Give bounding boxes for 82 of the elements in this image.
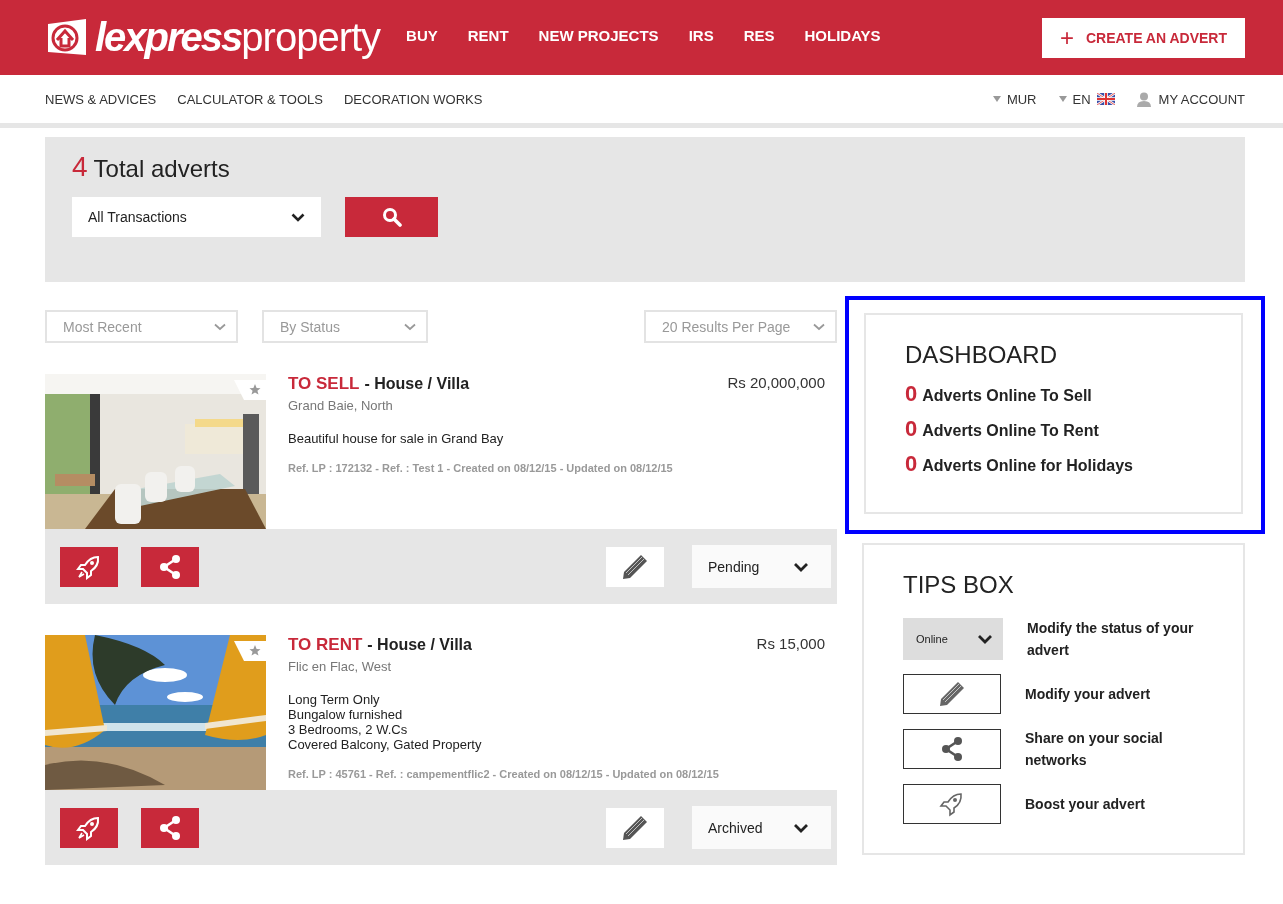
deal-type[interactable]: TO RENT	[288, 635, 363, 654]
nav-link[interactable]: RENT	[467, 27, 509, 44]
secondary-nav-link[interactable]: DECORATION WORKS	[343, 91, 483, 107]
favorite-star-icon[interactable]	[234, 380, 266, 400]
stat-label: Adverts Online To Sell	[922, 387, 1092, 405]
stat-count: 0	[905, 381, 918, 407]
stat-count: 0	[905, 451, 918, 477]
logo-text[interactable]: lexpress	[95, 15, 242, 60]
nav-link[interactable]: HOLIDAYS	[804, 27, 881, 44]
status-select-example: Online	[903, 617, 1003, 660]
search-icon	[381, 207, 402, 227]
status-select[interactable]: Archived	[692, 806, 831, 849]
property-type[interactable]: - House / Villa	[367, 636, 472, 653]
reference-info: Ref. LP : 172132 - Ref. : Test 1 - Created on 08/12/15 - Updated on 08/12/15	[288, 462, 674, 474]
nav-link[interactable]: IRS	[688, 27, 714, 44]
tip-text: Share on your social networks	[1025, 728, 1164, 770]
tip-text: Modify your advert	[1025, 684, 1152, 704]
house-logo-icon	[45, 17, 89, 58]
rocket-icon	[76, 553, 102, 580]
deal-type[interactable]: TO SELL	[288, 374, 360, 393]
share-button[interactable]	[141, 546, 199, 587]
pencil-icon	[938, 679, 966, 708]
nav-link[interactable]: RES	[743, 27, 775, 44]
tip-text: Modify the status of your advert	[1027, 618, 1195, 660]
boost-button[interactable]	[60, 807, 118, 848]
language-selector[interactable]: EN	[1072, 91, 1091, 107]
share-icon	[157, 814, 183, 841]
search-button[interactable]	[345, 197, 438, 237]
advert-count: 4	[72, 155, 88, 183]
description-line: Bungalow furnished	[288, 707, 404, 722]
description-line: Beautiful house for sale in Grand Bay	[288, 431, 505, 446]
description-line: Long Term Only	[288, 692, 381, 707]
status-select[interactable]: Pending	[692, 545, 831, 588]
tip-text: Boost your advert	[1025, 794, 1146, 814]
pencil-icon	[621, 813, 649, 842]
pencil-icon	[621, 552, 649, 581]
property-type[interactable]: - House / Villa	[364, 375, 470, 392]
status-filter-select[interactable]: By Status	[262, 310, 428, 343]
reference-info: Ref. LP : 45761 - Ref. : campementflic2 - Created on 08/12/15 - Updated on 08/12/15	[288, 768, 720, 780]
create-advert-button[interactable]: + CREATE AN ADVERT	[1041, 17, 1245, 58]
price: Rs 15,000	[756, 635, 825, 654]
boost-button[interactable]	[60, 546, 118, 587]
caret-icon	[992, 96, 1001, 102]
location: Flic en Flac, West	[288, 659, 393, 674]
chevron-icon	[291, 212, 305, 222]
transaction-select[interactable]: All Transactions	[72, 197, 321, 237]
stat-label: Adverts Online for Holidays	[922, 457, 1133, 475]
edit-button[interactable]	[606, 546, 664, 587]
flag-icon	[1096, 93, 1115, 105]
share-button[interactable]	[141, 807, 199, 848]
share-icon	[939, 735, 965, 762]
share-icon	[157, 553, 183, 580]
rocket-icon	[939, 790, 965, 817]
stat-label: Adverts Online To Rent	[922, 422, 1099, 440]
description-line: 3 Bedrooms, 2 W.Cs	[288, 722, 409, 737]
price: Rs 20,000,000	[727, 374, 825, 393]
logo-text[interactable]: property	[241, 15, 381, 60]
description-line: Covered Balcony, Gated Property	[288, 737, 483, 752]
secondary-nav-link[interactable]: CALCULATOR & TOOLS	[177, 91, 323, 107]
results-per-page-select[interactable]: 20 Results Per Page	[644, 310, 837, 343]
caret-icon	[1058, 96, 1067, 102]
chevron-icon	[977, 633, 993, 644]
sort-select[interactable]: Most Recent	[45, 310, 238, 343]
location: Grand Baie, North	[288, 398, 394, 413]
dashboard-title: DASHBOARD	[905, 341, 1059, 369]
account-link[interactable]: MY ACCOUNT	[1158, 91, 1245, 107]
chevron-icon	[793, 822, 809, 833]
favorite-star-icon[interactable]	[234, 641, 266, 661]
stat-count: 0	[905, 416, 918, 442]
nav-link[interactable]: NEW PROJECTS	[538, 27, 659, 44]
nav-link[interactable]: BUY	[406, 27, 438, 44]
chevron-icon	[813, 322, 825, 331]
total-label: Total adverts	[93, 155, 230, 183]
rocket-icon	[76, 814, 102, 841]
secondary-nav-link[interactable]: NEWS & ADVICES	[45, 91, 157, 107]
chevron-icon	[214, 322, 226, 331]
tips-title: TIPS BOX	[903, 571, 1015, 599]
chevron-icon	[793, 561, 809, 572]
edit-button[interactable]	[606, 807, 664, 848]
currency-selector[interactable]: MUR	[1006, 91, 1037, 107]
user-icon	[1136, 91, 1151, 107]
chevron-icon	[404, 322, 416, 331]
